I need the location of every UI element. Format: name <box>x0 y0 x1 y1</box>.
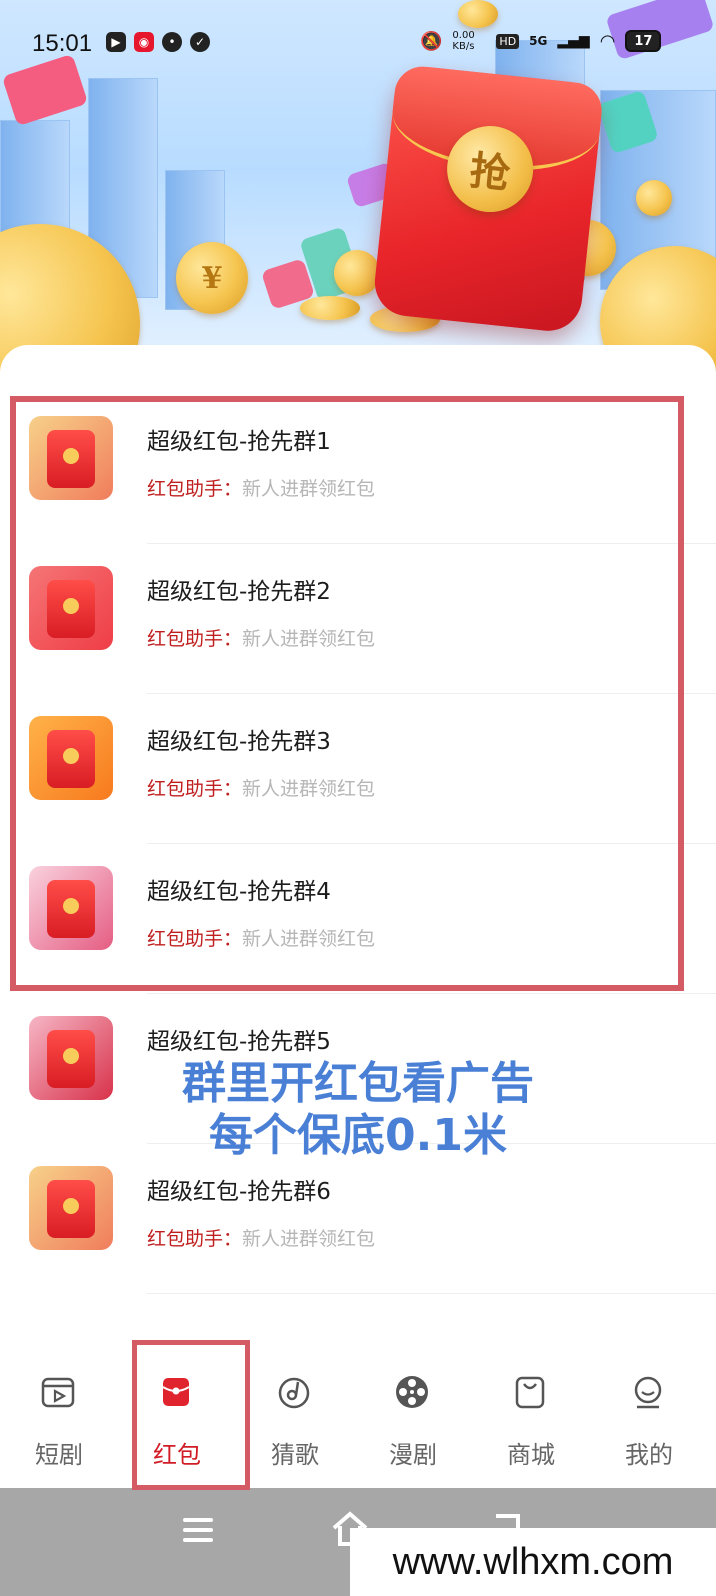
message-text: 新人进群领红包 <box>242 628 376 650</box>
sender-colon: ： <box>223 778 243 800</box>
group-title: 超级红包-抢先群1 <box>147 429 331 455</box>
red-envelope-icon <box>47 730 95 788</box>
coin-decoration <box>334 250 380 296</box>
system-status-icons: 🔕 0.00 KB/s HD 5G ▂▄▆ ◠ 17 <box>420 30 662 52</box>
sender-name: 红包助手 <box>147 928 224 950</box>
divider <box>147 1293 716 1294</box>
list-item[interactable]: 超级红包-抢先群1 红包助手：新人进群领红包 <box>0 394 716 544</box>
status-bar: 15:01 ▶ ◉ • ✓ 🔕 0.00 KB/s HD 5G ▂▄▆ ◠ 17 <box>0 0 716 86</box>
group-title: 超级红包-抢先群4 <box>147 879 331 905</box>
chat-icon: • <box>162 32 182 52</box>
list-item[interactable]: 超级红包-抢先群2 红包助手：新人进群领红包 <box>0 544 716 694</box>
group-avatar <box>29 416 113 500</box>
group-title: 超级红包-抢先群2 <box>147 579 331 605</box>
group-avatar <box>29 1166 113 1250</box>
tab-label: 商城 <box>507 1441 555 1469</box>
message-text: 新人进群领红包 <box>242 778 376 800</box>
mute-icon: 🔕 <box>420 30 443 52</box>
wifi-icon: ◠ <box>599 30 616 52</box>
tab-mall[interactable]: 商城 <box>472 1360 590 1488</box>
list-item[interactable]: 超级红包-抢先群3 红包助手：新人进群领红包 <box>0 694 716 844</box>
red-envelope-icon <box>47 580 95 638</box>
weibo-icon: ◉ <box>134 32 154 52</box>
sender-name: 红包助手 <box>147 778 224 800</box>
red-envelope-illustration: 抢 <box>371 63 605 335</box>
menu-icon[interactable] <box>183 1518 213 1542</box>
group-avatar <box>29 716 113 800</box>
tab-label: 我的 <box>625 1441 673 1469</box>
coin-decoration <box>300 296 360 320</box>
battery-icon: 17 <box>625 30 662 52</box>
signal-icon: ▂▄▆ <box>557 33 590 49</box>
group-last-message: 红包助手：新人进群领红包 <box>147 924 375 951</box>
notification-icons: ▶ ◉ • ✓ <box>106 32 210 52</box>
group-last-message: 红包助手：新人进群领红包 <box>147 1224 375 1251</box>
sender-name: 红包助手 <box>147 1228 224 1250</box>
red-envelope-icon <box>47 1180 95 1238</box>
film-reel-icon <box>396 1376 428 1408</box>
hd-badge: HD <box>496 33 520 49</box>
red-envelope-icon <box>47 430 95 488</box>
tab-label: 漫剧 <box>389 1441 437 1469</box>
tab-comic-drama[interactable]: 漫剧 <box>354 1360 472 1488</box>
group-last-message: 红包助手：新人进群领红包 <box>147 774 375 801</box>
group-avatar <box>29 566 113 650</box>
bottom-nav: 短剧 红包 猜歌 漫剧 商城 我的 <box>0 1360 716 1488</box>
tab-guess-song[interactable]: 猜歌 <box>236 1360 354 1488</box>
profile-icon <box>634 1376 662 1409</box>
video-icon <box>41 1377 75 1408</box>
coin-symbol: ¥ <box>201 260 223 296</box>
verified-icon: ✓ <box>190 32 210 52</box>
tab-label: 猜歌 <box>271 1441 319 1469</box>
overlay-annotation-line1: 群里开红包看广告 <box>182 1058 534 1109</box>
group-title: 超级红包-抢先群6 <box>147 1179 331 1205</box>
network-type: 5G <box>529 34 548 48</box>
sender-colon: ： <box>223 1228 243 1250</box>
sender-colon: ： <box>223 928 243 950</box>
sender-name: 红包助手 <box>147 478 224 500</box>
red-envelope-icon <box>47 880 95 938</box>
message-text: 新人进群领红包 <box>242 478 376 500</box>
music-disc-icon <box>278 1377 310 1409</box>
battery-level: 17 <box>634 33 653 49</box>
group-last-message: 红包助手：新人进群领红包 <box>147 624 375 651</box>
tab-label: 短剧 <box>35 1441 83 1469</box>
sender-colon: ： <box>223 478 243 500</box>
overlay-annotation-line2: 每个保底0.1米 <box>209 1110 507 1161</box>
group-avatar <box>29 866 113 950</box>
shopping-bag-icon <box>515 1376 545 1409</box>
sender-colon: ： <box>223 628 243 650</box>
tab-short-drama[interactable]: 短剧 <box>0 1360 118 1488</box>
message-text: 新人进群领红包 <box>242 928 376 950</box>
play-app-icon: ▶ <box>106 32 126 52</box>
message-text: 新人进群领红包 <box>242 1228 376 1250</box>
sender-name: 红包助手 <box>147 628 224 650</box>
coin-decoration: ¥ <box>176 242 248 314</box>
active-tab-annotation-box <box>132 1340 250 1490</box>
coin-decoration <box>636 180 672 216</box>
list-item[interactable]: 超级红包-抢先群6 红包助手：新人进群领红包 <box>0 1144 716 1294</box>
group-title: 超级红包-抢先群3 <box>147 729 331 755</box>
list-item[interactable]: 超级红包-抢先群4 红包助手：新人进群领红包 <box>0 844 716 994</box>
watermark: www.wlhxm.com <box>350 1528 716 1596</box>
status-time: 15:01 <box>32 30 93 57</box>
net-speed: 0.00 KB/s <box>452 30 475 52</box>
group-title: 超级红包-抢先群5 <box>147 1029 331 1055</box>
group-last-message: 红包助手：新人进群领红包 <box>147 474 375 501</box>
tab-mine[interactable]: 我的 <box>590 1360 708 1488</box>
